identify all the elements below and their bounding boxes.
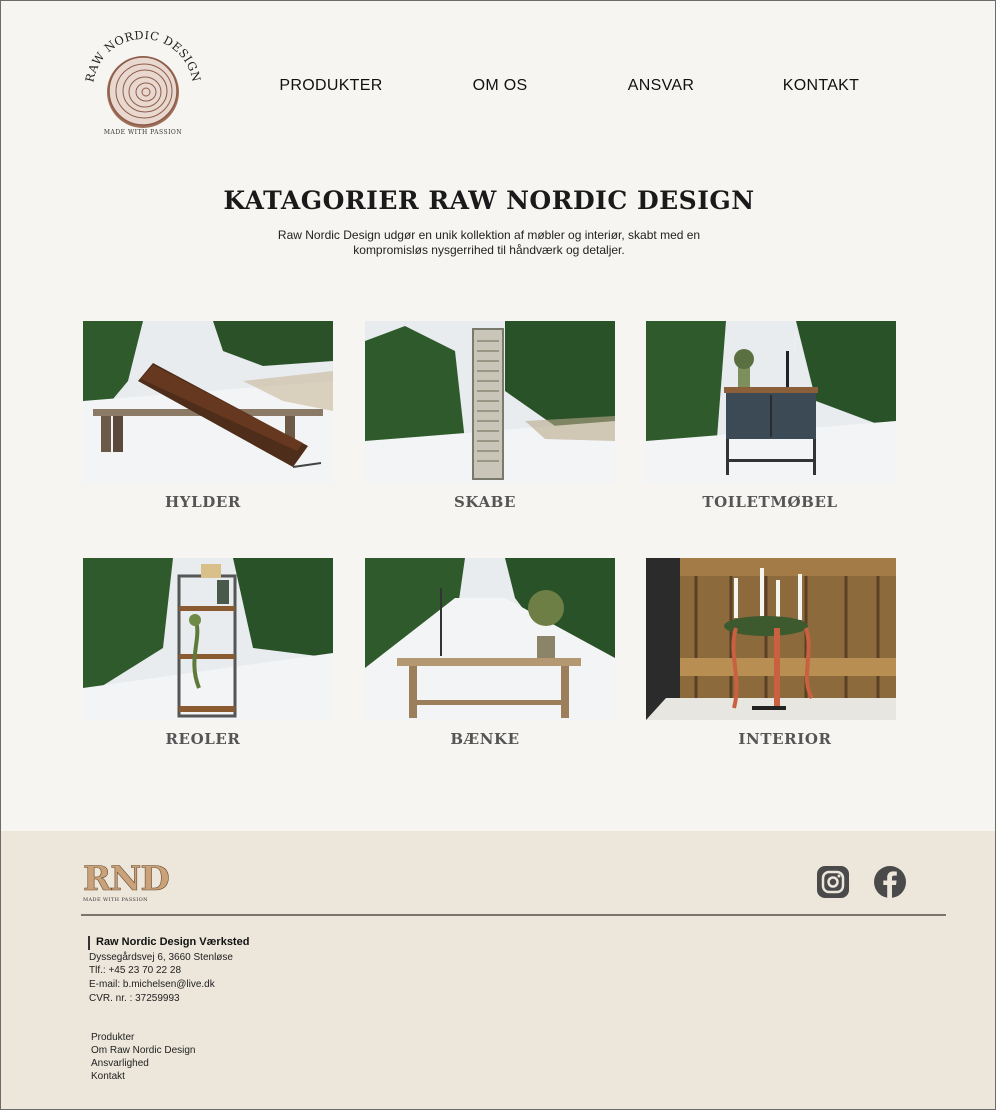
category-label: HYLDER: [165, 493, 241, 511]
footer-link-om[interactable]: Om Raw Nordic Design: [91, 1044, 195, 1057]
category-card-interior[interactable]: INTERIOR: [646, 558, 896, 748]
category-card-baenke[interactable]: BÆNKE: [365, 558, 615, 748]
footer-link-produkter[interactable]: Produkter: [91, 1031, 195, 1044]
category-photo: [365, 321, 615, 483]
category-card-toiletmobel[interactable]: TOILETMØBEL: [646, 321, 896, 511]
page-intro: Raw Nordic Design udgør en unik kollekti…: [277, 228, 701, 257]
footer-links: Produkter Om Raw Nordic Design Ansvarlig…: [91, 1031, 195, 1083]
footer-logo[interactable]: RND MADE WITH PASSION: [83, 859, 170, 905]
category-label: REOLER: [165, 730, 241, 748]
logo-tagline: MADE WITH PASSION: [103, 129, 183, 136]
nav-kontakt[interactable]: KONTAKT: [773, 77, 869, 95]
page-title: KATAGORIER RAW NORDIC DESIGN: [223, 186, 755, 215]
category-card-reoler[interactable]: REOLER: [83, 558, 333, 748]
category-label: BÆNKE: [450, 730, 520, 748]
category-photo: [646, 321, 896, 483]
footer-logo-mark: RND: [83, 859, 170, 899]
category-label: INTERIOR: [738, 730, 832, 748]
main-nav: PRODUKTER OM OS ANSVAR KONTAKT: [1, 77, 995, 101]
page-frame: RAW NORDIC DESIGN MADE WITH PASSION PROD…: [0, 0, 996, 1110]
category-label: TOILETMØBEL: [702, 493, 838, 511]
cvr-number: CVR. nr. : 37259993: [89, 992, 180, 1004]
street-address: Dyssegårdsvej 6, 3660 Stenløse: [89, 951, 233, 963]
phone-number[interactable]: Tlf.: +45 23 70 22 28: [89, 964, 249, 978]
email-address[interactable]: E-mail: b.michelsen@live.dk: [89, 978, 249, 992]
category-photo: [83, 558, 333, 720]
footer-link-ansvarlighed[interactable]: Ansvarlighed: [91, 1057, 195, 1070]
category-photo: [83, 321, 333, 483]
footer-divider: [81, 914, 946, 916]
category-photo: [365, 558, 615, 720]
facebook-icon[interactable]: [873, 865, 907, 899]
category-label: SKABE: [453, 493, 516, 511]
nav-produkter[interactable]: PRODUKTER: [277, 77, 385, 95]
site-footer: RND MADE WITH PASSION Raw Nordic Design …: [1, 831, 995, 1109]
company-name: Raw Nordic Design Værksted: [88, 936, 249, 950]
instagram-icon[interactable]: [816, 865, 850, 899]
category-card-hylder[interactable]: HYLDER: [83, 321, 333, 511]
category-card-skabe[interactable]: SKABE: [365, 321, 615, 511]
nav-ansvar[interactable]: ANSVAR: [613, 77, 709, 95]
footer-address: Raw Nordic Design Værksted Dyssegårdsvej…: [88, 936, 249, 1006]
footer-link-kontakt[interactable]: Kontakt: [91, 1070, 195, 1083]
category-photo: [646, 558, 896, 720]
nav-om-os[interactable]: OM OS: [451, 77, 549, 95]
